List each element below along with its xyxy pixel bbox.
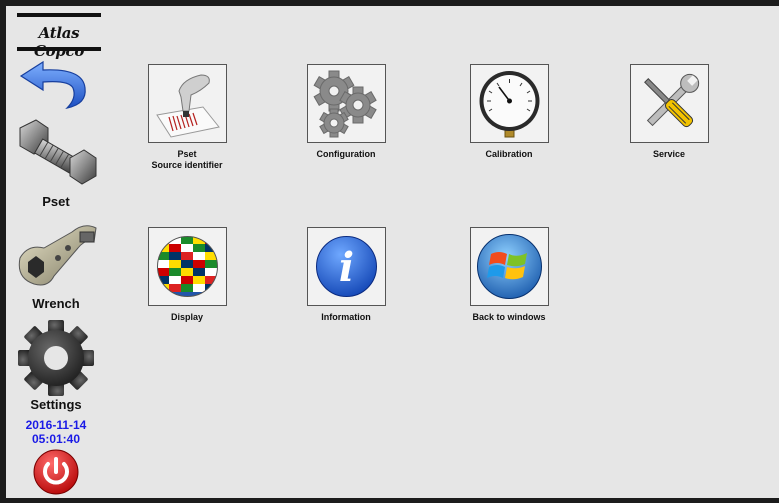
tile-label: Back to windows: [472, 312, 546, 322]
pressure-gauge-icon: [479, 71, 539, 138]
windows-logo-icon: [476, 234, 542, 299]
sidebar-item-label-pset: Pset: [42, 194, 70, 209]
info-icon: i: [315, 236, 377, 297]
logo-top-bar: [17, 13, 101, 17]
back-button[interactable]: [6, 58, 106, 110]
tile-label: Configuration: [316, 149, 376, 159]
power-button[interactable]: [6, 449, 106, 495]
tile-label: Pset Source identifier: [151, 149, 223, 170]
device-frame: Atlas Copco Pset Wrench Settings 2016-11…: [0, 0, 779, 503]
atlas-copco-logo: Atlas Copco: [17, 13, 101, 60]
gear-icon: [18, 320, 94, 396]
tile-display[interactable]: Display: [117, 227, 257, 323]
tile-label: Display: [170, 312, 203, 322]
sidebar-item-label-settings: Settings: [30, 397, 82, 412]
sidebar-item-pset[interactable]: [6, 116, 106, 196]
main-screen: Atlas Copco Pset Wrench Settings 2016-11…: [6, 6, 779, 498]
sidebar-item-label-wrench: Wrench: [32, 296, 80, 311]
tile-pset-source-identifier[interactable]: Pset Source identifier: [117, 64, 257, 171]
tile-service[interactable]: Service: [599, 64, 739, 160]
wrench-screwdriver-icon: [643, 73, 699, 128]
barcode-scanner-icon: [155, 74, 220, 138]
tile-box: [147, 227, 227, 306]
tile-box: [147, 64, 227, 143]
sidebar: Atlas Copco Pset Wrench Settings 2016-11…: [6, 6, 106, 498]
logo-text: Atlas Copco: [33, 24, 85, 60]
tile-back-to-windows[interactable]: Back to windows: [439, 227, 579, 323]
tile-label: Information: [321, 312, 371, 322]
svg-text:i: i: [338, 244, 353, 291]
sidebar-item-wrench[interactable]: [6, 218, 106, 294]
time-display: 05:01:40: [31, 432, 81, 446]
date-display: 2016-11-14: [25, 418, 87, 432]
tile-label: Service: [652, 149, 686, 159]
tile-label: Calibration: [485, 149, 533, 159]
power-icon: [33, 449, 79, 495]
tile-box: i: [306, 227, 386, 306]
logo-bottom-bar: [17, 47, 101, 51]
tile-box: [469, 227, 549, 306]
back-arrow-icon: [19, 60, 86, 109]
gears-icon: [312, 70, 377, 138]
hydraulic-wrench-icon: [18, 225, 97, 286]
flag-globe-icon: [156, 236, 218, 297]
tile-calibration[interactable]: Calibration: [439, 64, 579, 160]
tile-box: [469, 64, 549, 143]
tile-configuration[interactable]: Configuration: [276, 64, 416, 160]
bolt-nut-icon: [19, 119, 97, 185]
sidebar-item-settings[interactable]: [6, 318, 106, 398]
tile-box: [629, 64, 709, 143]
tile-box: [306, 64, 386, 143]
tile-information[interactable]: i Information: [276, 227, 416, 323]
